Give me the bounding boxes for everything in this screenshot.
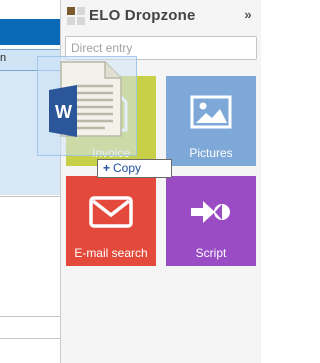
background-window-titlebar (0, 0, 60, 19)
tile-email-search-label: E-mail search (74, 246, 148, 260)
dropzone-panel: ELO Dropzone » Invoice (60, 0, 261, 363)
background-window-toolbar (0, 19, 60, 45)
script-arrow-icon (166, 176, 256, 246)
tile-pictures[interactable]: Pictures (166, 76, 256, 166)
screen: n ELO Dropzone » Direct entry Pictures E… (0, 0, 261, 363)
word-document-icon: W (47, 58, 129, 145)
background-divider (0, 196, 60, 197)
tile-pictures-label: Pictures (189, 146, 233, 160)
collapse-chevron-icon[interactable]: » (240, 6, 256, 24)
copy-label: Copy (113, 161, 142, 175)
image-icon (166, 76, 256, 146)
envelope-icon (66, 176, 156, 246)
tile-script[interactable]: Script (166, 176, 256, 266)
background-divider (0, 316, 60, 317)
drag-copy-tooltip: + Copy (97, 159, 172, 178)
plus-icon: + (103, 161, 111, 175)
background-divider (0, 338, 60, 339)
panel-header: ELO Dropzone » (61, 0, 261, 32)
tile-script-label: Script (195, 246, 227, 260)
tile-email-search[interactable]: E-mail search (66, 176, 156, 266)
dropzone-app-icon (67, 7, 85, 25)
panel-title: ELO Dropzone (89, 7, 196, 24)
word-badge-letter: W (55, 102, 72, 122)
background-row-text: n (0, 52, 7, 64)
